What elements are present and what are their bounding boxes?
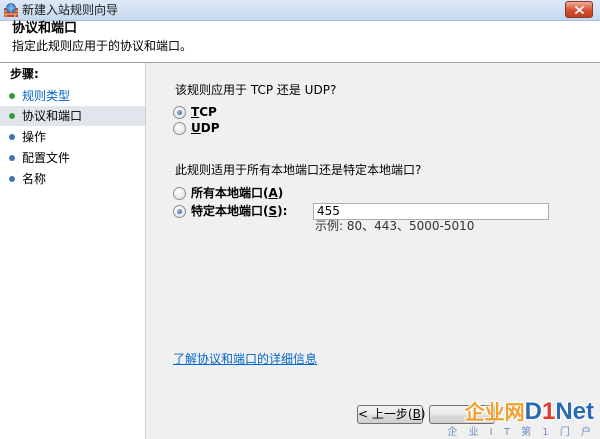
step-bullet-icon — [9, 113, 15, 119]
all-ports-option[interactable]: 所有本地端口(A) — [173, 186, 283, 200]
steps-pane: 步骤: 规则类型 协议和端口 操作 配置文件 名称 — [0, 63, 146, 439]
protocol-question: 该规则应用于 TCP 还是 UDP? — [175, 83, 337, 97]
specific-ports-label-suffix: ): — [277, 204, 288, 218]
step-label: 协议和端口 — [22, 109, 83, 123]
step-bullet-icon — [9, 134, 15, 140]
wizard-header: 协议和端口 指定此规则应用于的协议和端口。 — [0, 21, 600, 62]
step-bullet-icon — [9, 93, 15, 99]
watermark-brand-cn: 企业网 — [464, 400, 525, 424]
back-button-suffix: ) — [420, 407, 426, 421]
tcp-option[interactable]: TCP — [173, 105, 217, 119]
page-subtitle: 指定此规则应用于的协议和端口。 — [12, 39, 193, 53]
ports-example-hint: 示例: 80、443、5000-5010 — [315, 219, 475, 233]
steps-heading: 步骤: — [10, 67, 39, 81]
watermark-brand-d: D — [524, 398, 542, 425]
back-button[interactable]: < 上一步(B) — [357, 405, 426, 424]
specific-ports-input[interactable] — [313, 203, 549, 220]
ports-question: 此规则适用于所有本地端口还是特定本地端口? — [175, 163, 422, 177]
learn-more-link[interactable]: 了解协议和端口的详细信息 — [173, 352, 317, 366]
tcp-radio[interactable] — [173, 105, 186, 119]
content-pane: 该规则应用于 TCP 还是 UDP? TCP UDP 此规则适用于所有本地端口还… — [146, 63, 600, 439]
back-button-label: < 上一步( — [358, 407, 413, 421]
step-bullet-icon — [9, 155, 15, 161]
all-ports-label-suffix: ) — [277, 186, 284, 200]
tcp-label[interactable]: TCP — [191, 105, 217, 119]
tcp-label-rest: CP — [199, 105, 217, 119]
udp-radio[interactable] — [173, 121, 186, 135]
step-profile: 配置文件 — [0, 148, 145, 168]
all-ports-label-text: 所有本地端口( — [191, 186, 269, 200]
udp-label[interactable]: UDP — [191, 121, 220, 135]
specific-ports-radio[interactable] — [173, 204, 186, 218]
site-watermark: 企业网D1Net 企 业 I T 第 1 门 户 — [438, 396, 598, 439]
specific-ports-label-text: 特定本地端口( — [191, 204, 269, 218]
step-protocol-ports: 协议和端口 — [0, 106, 145, 126]
step-label: 名称 — [22, 172, 47, 186]
step-label: 操作 — [22, 130, 47, 144]
window-title: 新建入站规则向导 — [22, 3, 119, 17]
close-button[interactable] — [565, 1, 593, 18]
all-ports-radio[interactable] — [173, 186, 186, 200]
close-icon — [575, 6, 584, 14]
specific-ports-mnemonic: S — [268, 204, 278, 218]
firewall-icon — [4, 3, 18, 17]
step-action: 操作 — [0, 127, 145, 147]
step-label: 配置文件 — [22, 151, 71, 165]
page-title: 协议和端口 — [12, 21, 78, 36]
step-rule-type[interactable]: 规则类型 — [0, 86, 145, 106]
step-label[interactable]: 规则类型 — [22, 89, 70, 103]
all-ports-label[interactable]: 所有本地端口(A) — [191, 186, 283, 200]
all-ports-mnemonic: A — [268, 186, 278, 200]
specific-ports-option[interactable]: 特定本地端口(S): — [173, 204, 287, 218]
step-name: 名称 — [0, 169, 145, 189]
tcp-mnemonic: T — [191, 105, 200, 119]
step-bullet-icon — [9, 176, 15, 182]
specific-ports-label[interactable]: 特定本地端口(S): — [191, 204, 287, 218]
title-bar[interactable]: 新建入站规则向导 — [0, 0, 600, 21]
watermark-brand-net: Net — [555, 398, 594, 425]
udp-option[interactable]: UDP — [173, 121, 220, 135]
watermark-brand: 企业网D1Net — [465, 396, 594, 426]
watermark-brand-1: 1 — [541, 398, 556, 425]
back-button-mnemonic: B — [412, 407, 421, 421]
udp-mnemonic: U — [191, 121, 201, 135]
udp-label-rest: DP — [200, 121, 220, 135]
watermark-tagline: 企 业 I T 第 1 门 户 — [447, 427, 595, 438]
